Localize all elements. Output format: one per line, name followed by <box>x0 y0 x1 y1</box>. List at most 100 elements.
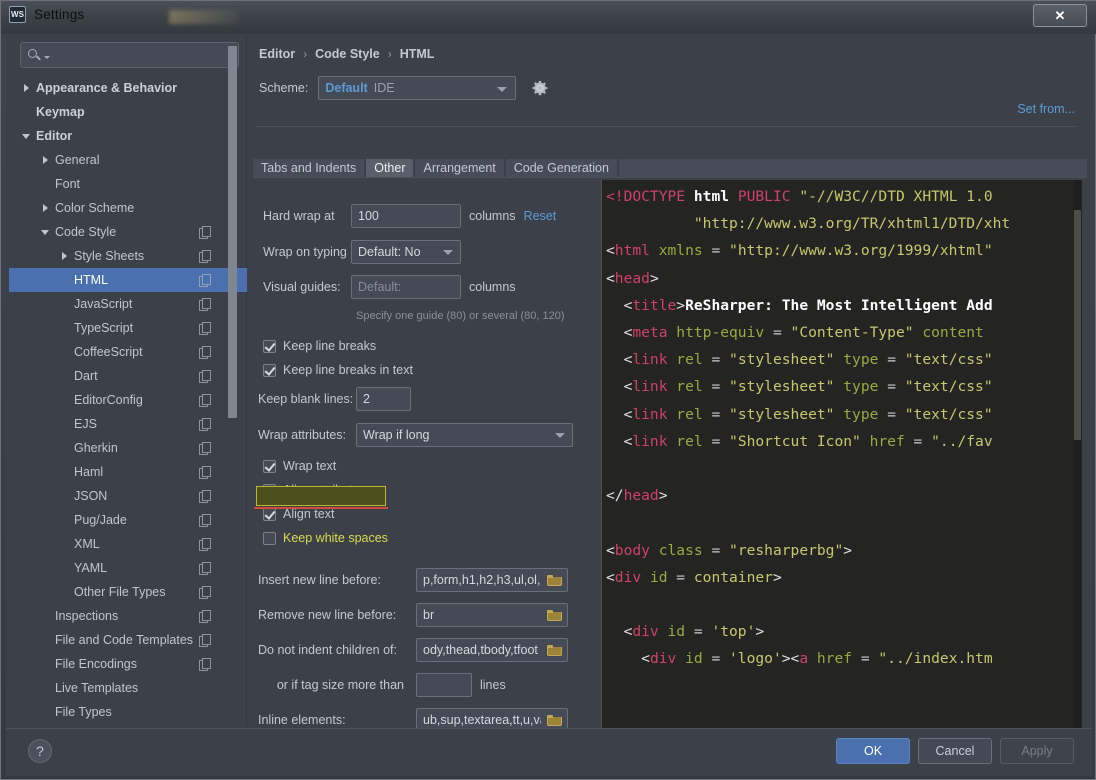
copy-scheme-icon[interactable] <box>199 442 211 455</box>
settings-tree[interactable]: Appearance & Behavior Keymap Editor General… <box>9 76 247 726</box>
sidebar-item-file-types[interactable]: File Types <box>9 700 247 724</box>
set-from-link[interactable]: Set from... <box>1017 102 1075 116</box>
sidebar-item-javascript[interactable]: JavaScript <box>9 292 247 316</box>
folder-icon[interactable] <box>547 574 562 586</box>
sidebar-item-json[interactable]: JSON <box>9 484 247 508</box>
chevron-down-icon[interactable] <box>40 226 52 238</box>
copy-scheme-icon[interactable] <box>199 490 211 503</box>
chevron-right-icon[interactable] <box>59 250 71 262</box>
wrap-attributes-select[interactable]: Wrap if long <box>356 423 573 447</box>
copy-scheme-icon[interactable] <box>199 658 211 671</box>
copy-scheme-icon[interactable] <box>199 394 211 407</box>
keep-line-breaks-in-text-row[interactable]: Keep line breaks in text <box>263 363 413 377</box>
chevron-right-icon[interactable] <box>40 154 52 166</box>
copy-scheme-icon[interactable] <box>199 538 211 551</box>
keep-blank-lines-input[interactable]: 2 <box>356 387 411 411</box>
keep-white-spaces-checkbox[interactable] <box>263 531 276 545</box>
tab-tabs-and-indents[interactable]: Tabs and Indents <box>253 159 365 177</box>
breadcrumb-item[interactable]: Editor <box>259 47 295 61</box>
chevron-down-icon[interactable] <box>21 130 33 142</box>
sidebar-item-keymap[interactable]: Keymap <box>9 100 247 124</box>
sidebar-item-ejs[interactable]: EJS <box>9 412 247 436</box>
help-icon[interactable]: ? <box>28 739 52 763</box>
copy-scheme-icon[interactable] <box>199 634 211 647</box>
sidebar-item-haml[interactable]: Haml <box>9 460 247 484</box>
sidebar-item-editor[interactable]: Editor <box>9 124 247 148</box>
copy-scheme-icon[interactable] <box>199 514 211 527</box>
wrap-text-row[interactable]: Wrap text <box>263 459 336 473</box>
folder-icon[interactable] <box>547 609 562 621</box>
hard-wrap-reset-link[interactable]: Reset <box>524 209 557 223</box>
folder-icon[interactable] <box>547 714 562 726</box>
copy-scheme-icon[interactable] <box>199 274 211 287</box>
copy-scheme-icon[interactable] <box>199 466 211 479</box>
copy-scheme-icon[interactable] <box>199 250 211 263</box>
sidebar-item-html[interactable]: HTML <box>9 268 247 292</box>
tab-other[interactable]: Other <box>366 159 414 177</box>
copy-scheme-icon[interactable] <box>199 322 211 335</box>
sidebar-item-live-templates[interactable]: Live Templates <box>9 676 247 700</box>
do-not-indent-children-input[interactable]: ody,thead,tbody,tfoot <box>416 638 568 662</box>
tab-code-generation[interactable]: Code Generation <box>505 159 617 177</box>
code-token: a <box>799 650 809 668</box>
copy-scheme-icon[interactable] <box>199 562 211 575</box>
sidebar-scrollbar[interactable] <box>228 46 237 418</box>
copy-scheme-icon[interactable] <box>199 370 211 383</box>
sidebar-item-xml[interactable]: XML <box>9 532 247 556</box>
visual-guides-input[interactable]: Default: <box>351 275 461 299</box>
remove-new-line-before-input[interactable]: br <box>416 603 568 627</box>
sidebar-item-other-file-types[interactable]: Other File Types <box>9 580 247 604</box>
preview-vertical-scrollbar-thumb[interactable] <box>1074 210 1081 440</box>
copy-scheme-icon[interactable] <box>199 418 211 431</box>
insert-new-line-before-input[interactable]: p,form,h1,h2,h3,ul,ol,li <box>416 568 568 592</box>
gear-icon[interactable] <box>530 78 550 98</box>
sidebar-item-style-sheets[interactable]: Style Sheets <box>9 244 247 268</box>
sidebar-item-file-encodings[interactable]: File Encodings <box>9 652 247 676</box>
wrap-on-typing-select[interactable]: Default: No <box>351 240 461 264</box>
sidebar-item-typescript[interactable]: TypeScript <box>9 316 247 340</box>
code-preview-panel[interactable]: <!DOCTYPE html PUBLIC "-//W3C//DTD XHTML… <box>601 180 1082 755</box>
sidebar-item-inspections[interactable]: Inspections <box>9 604 247 628</box>
sidebar-item-yaml[interactable]: YAML <box>9 556 247 580</box>
sidebar-item-gherkin[interactable]: Gherkin <box>9 436 247 460</box>
tab-arrangement[interactable]: Arrangement <box>415 159 504 177</box>
sidebar-item-appearance-behavior[interactable]: Appearance & Behavior <box>9 76 247 100</box>
sidebar-item-font[interactable]: Font <box>9 172 247 196</box>
sidebar-item-editorconfig[interactable]: EditorConfig <box>9 388 247 412</box>
keep-line-breaks-checkbox[interactable] <box>263 339 276 353</box>
sidebar-item-pug-jade[interactable]: Pug/Jade <box>9 508 247 532</box>
hard-wrap-input[interactable]: 100 <box>351 204 461 228</box>
settings-tabs[interactable]: Tabs and Indents Other Arrangement Code Gen… <box>253 159 1087 177</box>
copy-scheme-icon[interactable] <box>199 586 211 599</box>
search-field-wrapper[interactable] <box>20 42 239 68</box>
folder-icon[interactable] <box>547 644 562 656</box>
chevron-right-icon[interactable] <box>40 202 52 214</box>
sidebar-item-label: XML <box>74 537 100 551</box>
search-input[interactable] <box>50 47 238 63</box>
scheme-select[interactable]: Default IDE <box>318 76 517 100</box>
copy-scheme-icon[interactable] <box>199 610 211 623</box>
keep-line-breaks-in-text-checkbox[interactable] <box>263 363 276 377</box>
or-if-tag-size-input[interactable] <box>416 673 472 697</box>
sidebar-item-dart[interactable]: Dart <box>9 364 247 388</box>
copy-scheme-icon[interactable] <box>199 346 211 359</box>
keep-line-breaks-row[interactable]: Keep line breaks <box>263 339 376 353</box>
sidebar-item-code-style[interactable]: Code Style <box>9 220 247 244</box>
chevron-right-icon[interactable] <box>21 82 33 94</box>
align-text-row[interactable]: Align text <box>263 507 334 521</box>
align-text-checkbox[interactable] <box>263 507 276 521</box>
wrap-text-checkbox[interactable] <box>263 459 276 473</box>
ok-button[interactable]: OK <box>836 738 910 764</box>
sidebar-item-coffeescript[interactable]: CoffeeScript <box>9 340 247 364</box>
copy-scheme-icon[interactable] <box>199 298 211 311</box>
keep-white-spaces-row[interactable]: Keep white spaces <box>263 531 388 545</box>
cancel-button[interactable]: Cancel <box>918 738 992 764</box>
copy-scheme-icon[interactable] <box>199 226 211 239</box>
close-icon[interactable]: ✕ <box>1033 4 1087 27</box>
sidebar-item-general[interactable]: General <box>9 148 247 172</box>
breadcrumb-item[interactable]: Code Style <box>315 47 380 61</box>
search-box[interactable] <box>20 42 239 68</box>
breadcrumb-item[interactable]: HTML <box>400 47 435 61</box>
sidebar-item-color-scheme[interactable]: Color Scheme <box>9 196 247 220</box>
sidebar-item-file-and-code-templates[interactable]: File and Code Templates <box>9 628 247 652</box>
